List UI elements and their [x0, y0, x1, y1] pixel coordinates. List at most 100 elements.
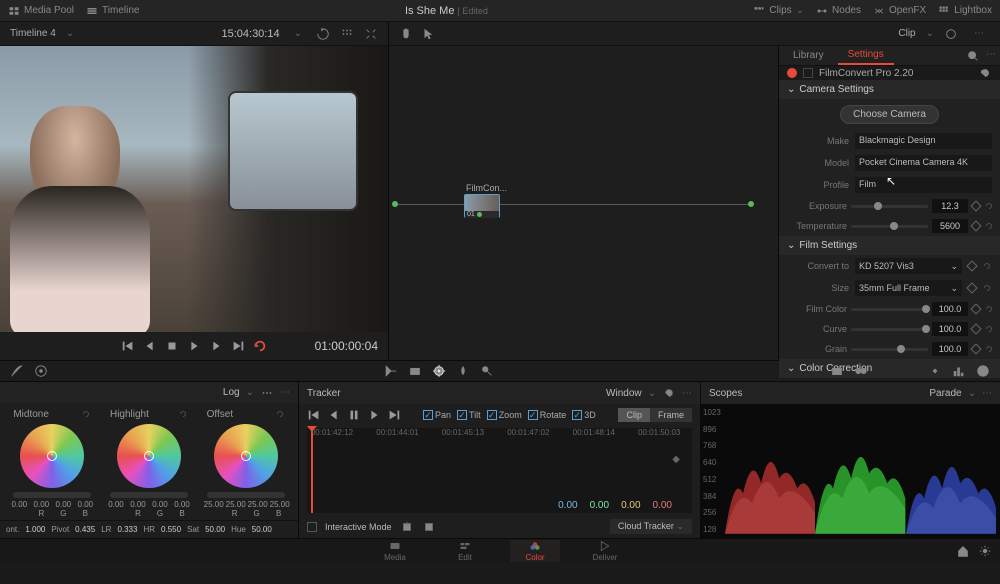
- hr-value[interactable]: 0.550: [161, 525, 181, 534]
- midtone-jog[interactable]: [13, 492, 91, 498]
- midtone-reset-icon[interactable]: [81, 409, 91, 419]
- size-select[interactable]: 35mm Full Frame⌄: [855, 280, 962, 296]
- plugin-enabled-indicator[interactable]: [787, 68, 797, 78]
- cloud-tracker-select[interactable]: Cloud Tracker ⌄: [610, 519, 692, 534]
- wheels-icon[interactable]: [34, 364, 48, 378]
- sizing-icon[interactable]: [830, 364, 844, 378]
- curves-icon[interactable]: [10, 364, 24, 378]
- exposure-keyframe[interactable]: [970, 200, 981, 211]
- openfx-toggle[interactable]: OpenFX: [873, 5, 926, 17]
- lightbox-toggle[interactable]: Lightbox: [938, 5, 992, 17]
- filmcolor-slider[interactable]: [851, 308, 928, 311]
- track-pause-icon[interactable]: [347, 408, 361, 422]
- convert-to-select[interactable]: KD 5207 Vis3⌄: [855, 258, 962, 274]
- offset-wheel[interactable]: [214, 424, 278, 488]
- size-reset-icon[interactable]: [982, 283, 992, 293]
- highlight-jog[interactable]: [110, 492, 188, 498]
- clip-label[interactable]: Clip: [898, 28, 915, 39]
- loop-mode-icon[interactable]: [316, 27, 330, 41]
- pan-checkbox[interactable]: ✓Pan: [423, 410, 451, 420]
- 3d-checkbox[interactable]: ✓3D: [572, 410, 596, 420]
- cc-section-header[interactable]: ⌄Color Correction: [779, 359, 1000, 378]
- grain-slider[interactable]: [851, 348, 928, 351]
- curve-value[interactable]: 100.0: [932, 322, 968, 336]
- track-fwd-all-icon[interactable]: [387, 408, 401, 422]
- tracker-window-label[interactable]: Window: [606, 388, 642, 399]
- viewer-image[interactable]: [0, 46, 388, 332]
- next-frame-icon[interactable]: [209, 339, 223, 353]
- nodes-toggle[interactable]: Nodes: [816, 5, 861, 17]
- expand-icon[interactable]: [364, 27, 378, 41]
- edit-page[interactable]: Edit: [440, 540, 490, 562]
- scopes-mode[interactable]: Parade: [929, 388, 961, 399]
- highlight-wheel[interactable]: [117, 424, 181, 488]
- home-icon[interactable]: [956, 544, 970, 558]
- zoom-checkbox[interactable]: ✓Zoom: [487, 410, 522, 420]
- temperature-slider[interactable]: [851, 225, 928, 228]
- rotate-checkbox[interactable]: ✓Rotate: [528, 410, 567, 420]
- tilt-checkbox[interactable]: ✓Tilt: [457, 410, 481, 420]
- grain-value[interactable]: 100.0: [932, 342, 968, 356]
- pivot-value[interactable]: 0.435: [75, 525, 95, 534]
- scopes-icon[interactable]: [952, 364, 966, 378]
- curve-reset-icon[interactable]: [984, 324, 994, 334]
- qualifier-icon[interactable]: [384, 364, 398, 378]
- curve-keyframe[interactable]: [970, 323, 981, 334]
- convert-reset-icon[interactable]: [982, 261, 992, 271]
- exposure-reset-icon[interactable]: [984, 201, 994, 211]
- pointer-tool-icon[interactable]: [421, 27, 435, 41]
- grain-keyframe[interactable]: [970, 343, 981, 354]
- offset-reset-icon[interactable]: [275, 409, 285, 419]
- choose-camera-button[interactable]: Choose Camera: [840, 105, 939, 124]
- search-icon[interactable]: [966, 49, 980, 63]
- track-rev-icon[interactable]: [327, 408, 341, 422]
- clip-dropdown[interactable]: ⌄: [926, 28, 934, 39]
- stop-icon[interactable]: [165, 339, 179, 353]
- remove-point-icon[interactable]: [422, 520, 436, 534]
- prev-frame-icon[interactable]: [143, 339, 157, 353]
- filmcolor-value[interactable]: 100.0: [932, 302, 968, 316]
- deliver-page[interactable]: Deliver: [580, 540, 630, 562]
- last-frame-icon[interactable]: [231, 339, 245, 353]
- plugin-checkbox[interactable]: [803, 68, 813, 78]
- clips-toggle[interactable]: Clips⌄: [753, 5, 804, 17]
- timeline-toggle[interactable]: Timeline: [86, 5, 139, 17]
- midtone-wheel[interactable]: [20, 424, 84, 488]
- clip-mode-button[interactable]: Clip: [618, 408, 650, 422]
- node-options-icon[interactable]: ⋯: [974, 28, 984, 39]
- inspector-options-icon[interactable]: ⋯: [986, 49, 996, 63]
- play-icon[interactable]: [187, 339, 201, 353]
- temperature-reset-icon[interactable]: [984, 221, 994, 231]
- exposure-value[interactable]: 12.3: [932, 199, 968, 213]
- loop-icon[interactable]: [253, 339, 267, 353]
- tracker-timeline[interactable]: 00:01:42:12 00:01:44:01 00:01:45:13 00:0…: [307, 428, 692, 513]
- hand-tool-icon[interactable]: [399, 27, 413, 41]
- viewer-timecode[interactable]: 01:00:00:04: [315, 339, 378, 353]
- info-icon[interactable]: [976, 364, 990, 378]
- add-point-icon[interactable]: [400, 520, 414, 534]
- scopes-options-icon[interactable]: ⋯: [982, 388, 992, 399]
- wheels-options-icon[interactable]: ⋯: [280, 387, 290, 398]
- track-fwd-icon[interactable]: [367, 408, 381, 422]
- filmcolor-reset-icon[interactable]: [984, 304, 994, 314]
- grid-icon[interactable]: [340, 27, 354, 41]
- library-tab[interactable]: Library: [783, 47, 834, 64]
- lr-value[interactable]: 0.333: [117, 525, 137, 534]
- wheels-mode[interactable]: Log: [223, 387, 240, 398]
- film-section-header[interactable]: ⌄Film Settings: [779, 236, 1000, 255]
- tracker-icon[interactable]: [432, 364, 446, 378]
- frame-mode-button[interactable]: Frame: [650, 408, 692, 422]
- first-frame-icon[interactable]: [121, 339, 135, 353]
- temperature-value[interactable]: 5600: [932, 219, 968, 233]
- plugin-reset-icon[interactable]: [978, 66, 992, 80]
- window-icon[interactable]: [408, 364, 422, 378]
- size-keyframe[interactable]: [966, 282, 977, 293]
- keyframes-icon[interactable]: [928, 364, 942, 378]
- timeline-dropdown[interactable]: ⌄: [66, 28, 74, 39]
- contrast-value[interactable]: 1.000: [25, 525, 45, 534]
- grain-reset-icon[interactable]: [984, 344, 994, 354]
- filmcolor-keyframe[interactable]: [970, 303, 981, 314]
- hue-value[interactable]: 50.00: [252, 525, 272, 534]
- clip-reset-icon[interactable]: [944, 27, 958, 41]
- media-page[interactable]: Media: [370, 540, 420, 562]
